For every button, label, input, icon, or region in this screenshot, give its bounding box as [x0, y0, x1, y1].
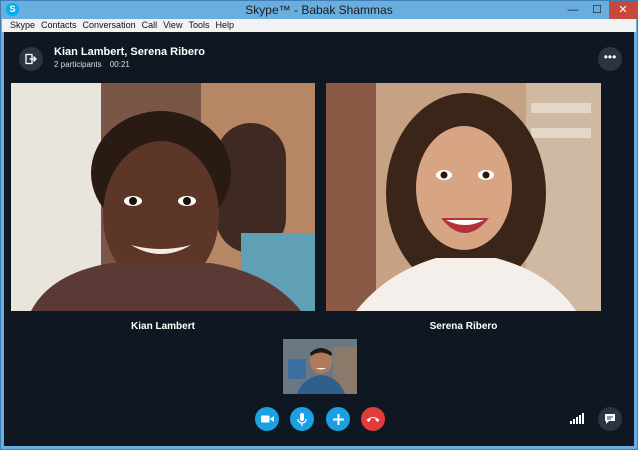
end-call-button[interactable]	[361, 407, 385, 431]
chat-button[interactable]	[598, 407, 622, 431]
window-title: Skype™ - Babak Shammas	[245, 3, 393, 17]
call-status: 2 participants 00:21	[54, 60, 136, 69]
maximize-button[interactable]: ☐	[585, 1, 609, 19]
minimize-button[interactable]: —	[561, 1, 585, 19]
menu-help[interactable]: Help	[212, 19, 237, 32]
signal-strength-icon	[570, 413, 584, 424]
call-area: Kian Lambert, Serena Ribero 2 participan…	[4, 32, 634, 446]
plus-icon	[332, 413, 344, 425]
participant-video-kian[interactable]	[11, 83, 315, 311]
video-toggle-button[interactable]	[255, 407, 279, 431]
chat-bubble-icon	[605, 414, 615, 424]
menu-view[interactable]: View	[160, 19, 185, 32]
menu-conversation[interactable]: Conversation	[80, 19, 139, 32]
participant-video-serena[interactable]	[326, 83, 601, 311]
close-button[interactable]: ✕	[609, 1, 637, 19]
menu-bar: Skype Contacts Conversation Call View To…	[2, 19, 636, 32]
menu-contacts[interactable]: Contacts	[38, 19, 80, 32]
menu-call[interactable]: Call	[139, 19, 161, 32]
participant-video-image	[11, 83, 315, 311]
leave-call-button[interactable]	[19, 47, 43, 71]
title-bar[interactable]: S Skype™ - Babak Shammas — ☐ ✕	[1, 1, 637, 19]
call-title: Kian Lambert, Serena Ribero	[54, 46, 205, 58]
menu-tools[interactable]: Tools	[185, 19, 212, 32]
participant-name-kian: Kian Lambert	[131, 321, 195, 332]
self-view-image	[283, 339, 357, 394]
mute-button[interactable]	[290, 407, 314, 431]
self-view-video[interactable]	[283, 339, 357, 394]
add-participant-button[interactable]	[326, 407, 350, 431]
exit-icon	[25, 53, 37, 65]
more-options-button[interactable]: •••	[598, 47, 622, 71]
call-duration: 00:21	[109, 60, 130, 69]
participant-name-serena: Serena Ribero	[429, 321, 498, 332]
menu-skype[interactable]: Skype	[7, 19, 38, 32]
skype-window: S Skype™ - Babak Shammas — ☐ ✕ Skype Con…	[0, 0, 638, 450]
video-camera-icon	[260, 415, 274, 423]
participant-video-image	[326, 83, 601, 311]
hang-up-icon	[366, 417, 380, 422]
participant-count: 2 participants	[54, 60, 102, 69]
microphone-icon	[297, 412, 307, 426]
